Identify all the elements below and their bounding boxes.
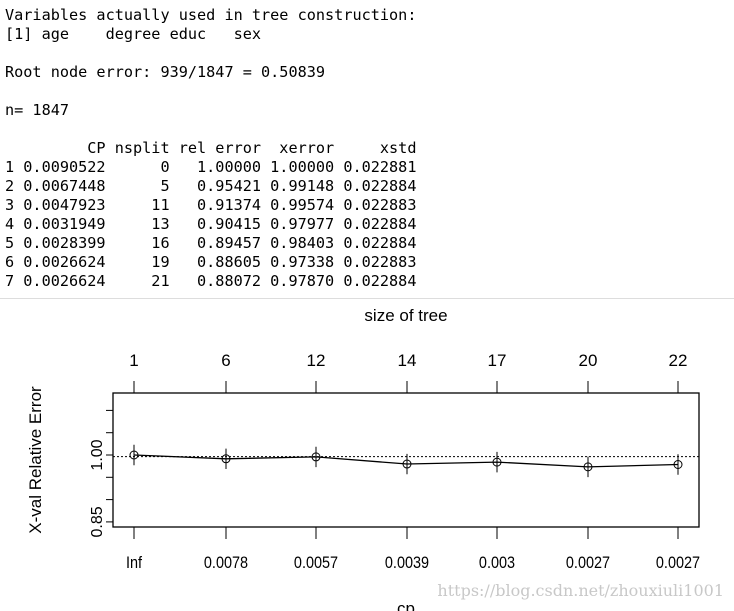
y-tick-label: 0.85 bbox=[89, 506, 106, 537]
top-tick-label: 20 bbox=[579, 351, 598, 370]
x-tick-label: 0.0039 bbox=[385, 554, 429, 572]
x-axis-label: cp bbox=[397, 599, 415, 611]
top-axis-label: size of tree bbox=[364, 306, 447, 325]
x-tick-label: 0.0057 bbox=[294, 554, 338, 572]
x-tick-label: 0.0078 bbox=[204, 554, 248, 572]
x-tick-label: Inf bbox=[126, 554, 143, 572]
watermark: https://blog.csdn.net/zhouxiuli1001 bbox=[437, 581, 724, 600]
top-tick-label: 1 bbox=[129, 351, 138, 370]
y-tick-label: 1.00 bbox=[89, 439, 106, 470]
top-tick-label: 22 bbox=[669, 351, 688, 370]
x-tick-label: 0.0027 bbox=[566, 554, 610, 572]
top-tick-label: 6 bbox=[221, 351, 230, 370]
top-tick-label: 17 bbox=[488, 351, 507, 370]
x-tick-label: 0.003 bbox=[479, 554, 515, 572]
top-tick-label: 12 bbox=[307, 351, 326, 370]
y-axis-label: X-val Relative Error bbox=[26, 386, 45, 534]
cp-plot: size of tree X-val Relative Error cp 0.8… bbox=[26, 306, 724, 611]
top-tick-label: 14 bbox=[398, 351, 417, 370]
x-tick-label: 0.0027 bbox=[656, 554, 700, 572]
